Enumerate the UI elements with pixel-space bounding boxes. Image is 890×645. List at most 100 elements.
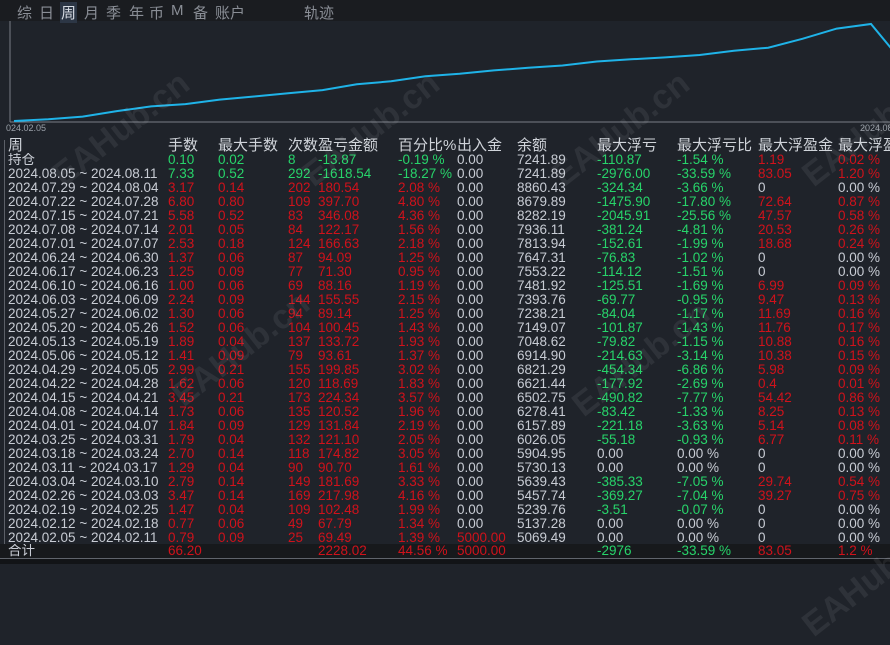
table-row: 2024.04.08 ~ 2024.04.14 1.73 0.06 135 120.52…	[0, 405, 890, 419]
cell-max-lots: 0.52	[218, 209, 245, 223]
cell-percent: 3.57 %	[398, 391, 441, 405]
cell-balance: 7149.07	[517, 321, 566, 335]
cell-deposit: 5000.00	[457, 544, 506, 558]
cell-max-float-profit-pct: 0.00 %	[838, 461, 881, 475]
cell-profit: 89.14	[318, 307, 352, 321]
cell-trades: 49	[288, 517, 304, 531]
cell-lots: 1.62	[168, 377, 195, 391]
cell-period: 2024.04.01 ~ 2024.04.07	[8, 419, 159, 433]
cell-period: 2024.04.08 ~ 2024.04.14	[8, 405, 159, 419]
cell-lots: 1.84	[168, 419, 195, 433]
cell-max-float-profit-pct: 0.00 %	[838, 503, 881, 517]
cell-profit: 131.84	[318, 419, 360, 433]
cell-max-drawdown-pct: -1.51 %	[677, 265, 724, 279]
cell-max-float-profit-pct: 0.01 %	[838, 377, 881, 391]
cell-deposit: 0.00	[457, 433, 484, 447]
cell-max-float-profit: 0	[758, 517, 766, 531]
cell-balance: 7813.94	[517, 237, 566, 251]
cell-trades: 135	[288, 405, 311, 419]
cell-max-float-profit-pct: 0.15 %	[838, 349, 881, 363]
cell-trades: 149	[288, 475, 311, 489]
cell-deposit: 0.00	[457, 181, 484, 195]
cell-max-lots: 0.05	[218, 223, 245, 237]
cell-period: 2024.02.05 ~ 2024.02.11	[8, 531, 158, 545]
cell-max-drawdown-pct: -0.93 %	[677, 433, 724, 447]
cell-max-float-profit: 0	[758, 461, 766, 475]
cell-profit: -1618.54	[318, 167, 372, 181]
cell-max-lots: 0.02	[218, 153, 245, 167]
cell-max-lots: 0.06	[218, 279, 245, 293]
table-row: 2024.03.25 ~ 2024.03.31 1.79 0.04 132 121.10…	[0, 433, 890, 447]
cell-trades: 94	[288, 307, 304, 321]
cell-period: 2024.03.04 ~ 2024.03.10	[8, 475, 159, 489]
cell-profit: 133.72	[318, 335, 360, 349]
cell-deposit: 0.00	[457, 251, 484, 265]
cell-max-lots: 0.14	[218, 489, 245, 503]
cell-period: 2024.04.15 ~ 2024.04.21	[8, 391, 159, 405]
cell-max-drawdown-pct: -33.59 %	[677, 544, 732, 558]
cell-max-float-profit-pct: 0.08 %	[838, 419, 881, 433]
table-row: 2024.07.01 ~ 2024.07.07 2.53 0.18 124 166.63…	[0, 237, 890, 251]
cell-trades: 109	[288, 195, 311, 209]
cell-period: 2024.05.06 ~ 2024.05.12	[8, 349, 159, 363]
cell-deposit: 0.00	[457, 489, 484, 503]
cell-max-drawdown: 0.00	[597, 461, 624, 475]
cell-percent: 1.83 %	[398, 377, 441, 391]
cell-lots: 1.52	[168, 321, 195, 335]
cell-period: 2024.07.22 ~ 2024.07.28	[8, 195, 159, 209]
table-row: 2024.05.06 ~ 2024.05.12 1.41 0.09 79 93.61 1.…	[0, 349, 890, 363]
cell-deposit: 0.00	[457, 153, 484, 167]
cell-deposit: 0.00	[457, 307, 484, 321]
table-row: 2024.05.27 ~ 2024.06.02 1.30 0.06 94 89.14 1.…	[0, 307, 890, 321]
cell-max-lots: 0.04	[218, 433, 245, 447]
total-row: 合计 66.20 2228.02 44.56 % 5000.00 -2976 -33.59 …	[0, 544, 890, 558]
cell-trades: 次数	[288, 137, 318, 154]
cell-max-float-profit-pct: 0.09 %	[838, 363, 881, 377]
cell-percent: 1.56 %	[398, 223, 441, 237]
cell-period: 2024.06.10 ~ 2024.06.16	[8, 279, 159, 293]
cell-max-float-profit-pct: 0.54 %	[838, 475, 881, 489]
cell-lots: 1.41	[168, 349, 195, 363]
cell-max-lots: 0.21	[218, 391, 245, 405]
cell-max-float-profit: 0	[758, 447, 766, 461]
cell-lots: 7.33	[168, 167, 195, 181]
cell-deposit: 0.00	[457, 475, 484, 489]
table-row: 2024.07.15 ~ 2024.07.21 5.58 0.52 83 346.08 4…	[0, 209, 890, 223]
cell-max-float-profit-pct: 0.16 %	[838, 335, 881, 349]
cell-max-float-profit: 0	[758, 265, 766, 279]
cell-percent: 1.34 %	[398, 517, 441, 531]
table-row: 2024.06.17 ~ 2024.06.23 1.25 0.09 77 71.30 0.…	[0, 265, 890, 279]
table-row: 2024.02.12 ~ 2024.02.18 0.77 0.06 49 67.79 1.…	[0, 517, 890, 531]
cell-percent: 1.19 %	[398, 279, 441, 293]
cell-percent: 1.25 %	[398, 307, 441, 321]
table-row: 2024.02.19 ~ 2024.02.25 1.47 0.04 109 102.48…	[0, 503, 890, 517]
cell-period: 2024.04.22 ~ 2024.04.28	[8, 377, 159, 391]
cell-lots: 2.53	[168, 237, 195, 251]
cell-deposit: 出入金	[457, 137, 503, 154]
cell-balance: 6914.90	[517, 349, 566, 363]
cell-percent: 4.36 %	[398, 209, 441, 223]
bottom-scroll-strip[interactable]	[0, 558, 890, 564]
cell-max-lots: 0.04	[218, 503, 245, 517]
cell-lots: 3.45	[168, 391, 195, 405]
cell-profit: 174.82	[318, 447, 360, 461]
cell-max-drawdown-pct: -1.02 %	[677, 251, 724, 265]
cell-percent: 2.05 %	[398, 433, 441, 447]
cell-max-drawdown: -221.18	[597, 419, 643, 433]
table-row: 2024.07.08 ~ 2024.07.14 2.01 0.05 84 122.17 1…	[0, 223, 890, 237]
cell-trades: 104	[288, 321, 311, 335]
cell-max-drawdown-pct: 0.00 %	[677, 461, 720, 475]
cell-lots: 1.00	[168, 279, 195, 293]
cell-max-drawdown-pct: -4.81 %	[677, 223, 724, 237]
cell-max-drawdown: -177.92	[597, 377, 643, 391]
cell-percent: 1.96 %	[398, 405, 441, 419]
cell-percent: 44.56 %	[398, 544, 448, 558]
cell-profit: 155.55	[318, 293, 360, 307]
cell-max-float-profit: 10.88	[758, 335, 792, 349]
cell-profit: 122.17	[318, 223, 360, 237]
cell-max-float-profit: 0	[758, 503, 766, 517]
cell-max-float-profit: 8.25	[758, 405, 785, 419]
cell-trades: 90	[288, 461, 304, 475]
cell-max-drawdown: -2045.91	[597, 209, 651, 223]
cell-max-drawdown-pct: -1.33 %	[677, 405, 724, 419]
